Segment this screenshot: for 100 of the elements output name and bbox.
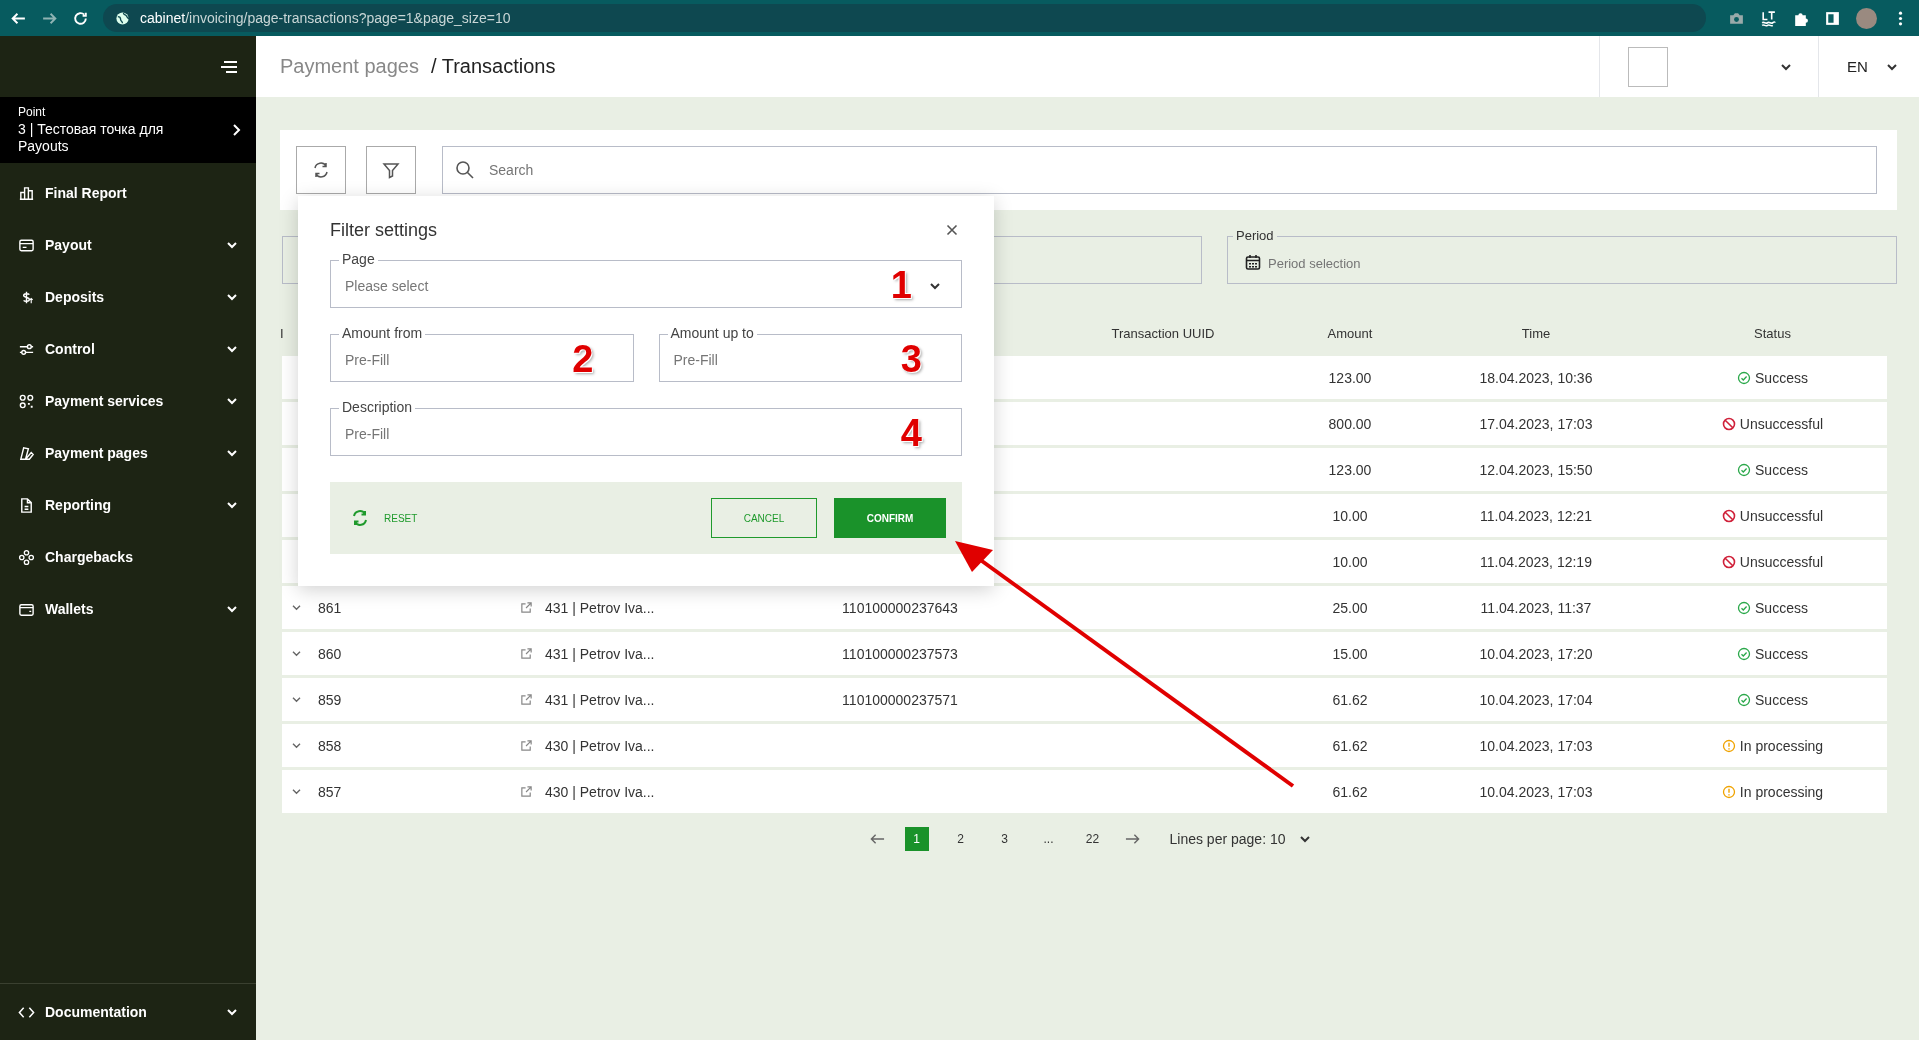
table-row[interactable]: 857 430 | Petrov Iva... 61.62 10.04.2023, 17:03 In processing bbox=[282, 770, 1887, 813]
chevron-down-icon bbox=[929, 282, 941, 290]
menu-icon[interactable] bbox=[220, 59, 238, 74]
breadcrumb-link[interactable]: Payment pages bbox=[280, 55, 419, 78]
chevron-down-icon[interactable] bbox=[290, 742, 302, 749]
table-cell: 430 | Petrov Iva... bbox=[545, 737, 655, 754]
table-cell: 10.04.2023, 17:03 bbox=[1479, 783, 1593, 800]
sidebar-item[interactable]: Payment pages bbox=[0, 427, 256, 479]
page-button[interactable]: ... bbox=[1036, 827, 1061, 851]
table-cell: 430 | Petrov Iva... bbox=[545, 783, 655, 800]
chevron-down-icon[interactable] bbox=[290, 788, 302, 795]
point-selector[interactable]: Point 3 | Тестовая точка для Payouts bbox=[0, 97, 256, 163]
page-button[interactable]: 3 bbox=[992, 827, 1017, 851]
table-cell: 123.00 bbox=[1328, 369, 1372, 386]
search-field[interactable]: Search bbox=[442, 146, 1877, 194]
chevron-down-icon bbox=[1780, 62, 1792, 71]
extension-icon[interactable] bbox=[1760, 9, 1777, 27]
check-circle-icon bbox=[1737, 462, 1752, 477]
dialog-title: Filter settings bbox=[330, 219, 438, 241]
status-text: Success bbox=[1755, 369, 1808, 386]
sidebar-item[interactable]: Reporting bbox=[0, 479, 256, 531]
prohibited-icon bbox=[1721, 554, 1736, 569]
close-icon[interactable] bbox=[946, 224, 958, 236]
status-text: In processing bbox=[1739, 737, 1824, 754]
pages-icon bbox=[18, 444, 35, 462]
field-label: Period bbox=[1233, 228, 1277, 243]
chevron-down-icon[interactable] bbox=[290, 650, 302, 657]
annotation-number: 1 bbox=[890, 265, 912, 305]
lines-per-page-selector[interactable]: Lines per page: 10 bbox=[1169, 831, 1286, 847]
table-cell: 858 bbox=[318, 737, 342, 754]
table-cell: 10.04.2023, 17:04 bbox=[1479, 691, 1593, 708]
bar-chart-icon bbox=[18, 184, 35, 202]
chevron-down-icon bbox=[226, 241, 238, 249]
check-circle-icon bbox=[1737, 692, 1752, 707]
table-cell: 61.62 bbox=[1332, 691, 1368, 708]
sidebar-item[interactable]: Control bbox=[0, 323, 256, 375]
side-panel-icon[interactable] bbox=[1824, 9, 1841, 27]
page-button[interactable]: 22 bbox=[1080, 827, 1105, 851]
table-cell: 11.04.2023, 12:21 bbox=[1480, 507, 1592, 524]
field-label: Amount up to bbox=[667, 325, 757, 341]
chevron-down-icon[interactable] bbox=[1299, 835, 1312, 843]
prohibited-icon bbox=[1721, 508, 1736, 523]
logo-placeholder bbox=[1628, 46, 1668, 87]
sidebar-item[interactable]: Payment services bbox=[0, 375, 256, 427]
reload-icon[interactable] bbox=[72, 9, 89, 27]
external-link-icon[interactable] bbox=[520, 739, 533, 752]
sidebar-item[interactable]: Wallets bbox=[0, 583, 256, 635]
chevron-down-icon bbox=[226, 449, 238, 457]
table-row[interactable]: 860 431 | Petrov Iva... 110100000237573 15.00 10.04.2023, 17:20 Success bbox=[282, 632, 1887, 675]
page-button[interactable]: 1 bbox=[904, 827, 929, 851]
table-row[interactable]: 859 431 | Petrov Iva... 110100000237571 61.62 10.04.2023, 17:04 Success bbox=[282, 678, 1887, 721]
column-header: Amount bbox=[1326, 325, 1374, 341]
external-link-icon[interactable] bbox=[520, 601, 533, 614]
sidebar-item[interactable]: Documentation bbox=[0, 983, 256, 1040]
refresh-icon bbox=[311, 160, 331, 180]
prohibited-icon bbox=[1721, 416, 1736, 431]
column-header: I bbox=[280, 325, 285, 341]
table-cell: 17.04.2023, 17:03 bbox=[1479, 415, 1593, 432]
sidebar-item[interactable]: Final Report bbox=[0, 167, 256, 219]
chevron-down-icon[interactable] bbox=[290, 696, 302, 703]
chevron-down-icon bbox=[226, 345, 238, 353]
page-button[interactable]: 2 bbox=[948, 827, 973, 851]
sidebar-item[interactable]: Chargebacks bbox=[0, 531, 256, 583]
table-row[interactable]: 861 431 | Petrov Iva... 110100000237643 25.00 11.04.2023, 11:37 Success bbox=[282, 586, 1887, 629]
confirm-button[interactable]: CONFIRM bbox=[834, 498, 946, 538]
field-label: Description bbox=[339, 399, 416, 415]
refresh-icon[interactable] bbox=[350, 508, 370, 528]
address-bar[interactable]: cabinet/invoicing/page-transactions?page=1&page_size=10 bbox=[103, 4, 1706, 32]
status-text: Success bbox=[1755, 461, 1808, 478]
table-cell: 860 bbox=[318, 645, 342, 662]
chevron-down-icon[interactable] bbox=[290, 604, 302, 611]
sidebar-item[interactable]: Deposits bbox=[0, 271, 256, 323]
table-row[interactable]: 858 430 | Petrov Iva... 61.62 10.04.2023, 17:03 In processing bbox=[282, 724, 1887, 767]
column-header: Status bbox=[1753, 325, 1792, 341]
language-selector[interactable]: EN bbox=[1819, 36, 1919, 97]
sidebar-item[interactable]: Payout bbox=[0, 219, 256, 271]
field-label: Amount from bbox=[339, 325, 426, 341]
table-cell: 431 | Petrov Iva... bbox=[545, 599, 655, 616]
next-page-icon[interactable] bbox=[1124, 833, 1140, 845]
chevron-down-icon bbox=[226, 293, 238, 301]
table-cell: 800.00 bbox=[1328, 415, 1372, 432]
external-link-icon[interactable] bbox=[520, 785, 533, 798]
external-link-icon[interactable] bbox=[520, 647, 533, 660]
page-title: / Transactions bbox=[431, 55, 556, 78]
previous-page-icon[interactable] bbox=[869, 833, 885, 845]
status-text: In processing bbox=[1739, 783, 1824, 800]
table-cell: 25.00 bbox=[1332, 599, 1368, 616]
table-cell: 10.04.2023, 17:03 bbox=[1479, 737, 1593, 754]
table-cell: 123.00 bbox=[1328, 461, 1372, 478]
table-cell: 10.00 bbox=[1332, 507, 1368, 524]
refresh-button[interactable] bbox=[296, 146, 346, 194]
url-text: cabinet/invoicing/page-transactions?page=1&page_size=10 bbox=[140, 10, 511, 26]
chevron-down-icon bbox=[226, 1008, 238, 1016]
column-header: Time bbox=[1520, 325, 1552, 341]
filter-button[interactable] bbox=[366, 146, 416, 194]
table-cell: 11.04.2023, 12:19 bbox=[1480, 553, 1592, 570]
alert-circle-icon bbox=[1721, 784, 1736, 799]
field-label: Page bbox=[339, 251, 378, 267]
globe-icon bbox=[115, 10, 130, 26]
external-link-icon[interactable] bbox=[520, 693, 533, 706]
